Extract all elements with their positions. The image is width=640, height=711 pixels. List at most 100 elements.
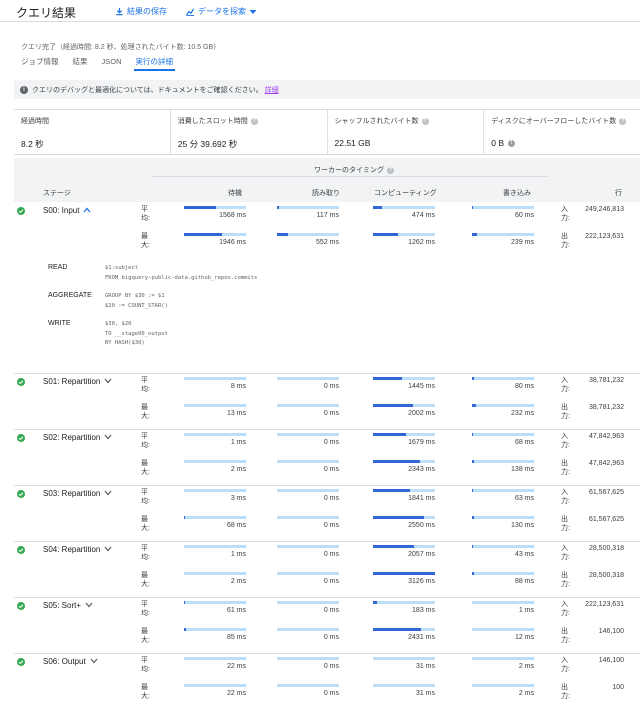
write-bar [472,206,534,209]
write-value: 130 ms [511,522,534,529]
wait-value: 85 ms [226,634,246,641]
read-bar [277,545,339,548]
chevron-down-icon[interactable] [104,489,112,498]
write-bar [472,572,534,575]
stage-name-label: S06: Output [43,657,86,666]
input-label: 入力: [561,377,570,393]
wait-bar [184,489,246,492]
stage-name[interactable]: S06: Output [43,657,98,666]
output-label: 出力: [561,572,570,588]
rows-input-value: 47,842,963 [588,433,624,440]
stage-name[interactable]: S03: Repartition [43,489,112,498]
chevron-down-icon[interactable] [90,657,98,666]
wait-bar [184,404,246,407]
wait-bar-fill [184,233,223,236]
stage-name-label: S03: Repartition [43,489,101,498]
check-icon [17,490,25,498]
metric-shuffled-bytes: シャッフルされたバイト数? 22.51 GB [328,110,485,154]
read-value: 0 ms [323,690,339,697]
avg-label: 平均: [141,433,150,449]
read-bar [277,572,339,575]
avg-label: 平均: [141,377,150,393]
rows-output-value: 47,842,963 [588,460,624,467]
compute-bar-fill [373,628,422,631]
chevron-down-icon[interactable] [104,433,112,442]
stage-name[interactable]: S02: Repartition [43,433,112,442]
write-bar [472,433,534,436]
output-label: 出力: [561,628,570,644]
compute-value: 31 ms [415,663,435,670]
chevron-down-icon[interactable] [104,545,112,554]
tab-execution-details[interactable]: 実行の詳細 [133,57,175,71]
output-label: 出力: [561,460,570,476]
stage-row: S04: Repartition 平均: 1 ms 0 ms 2057 ms 43 ms 入… [14,541,640,597]
compute-bar-fill [373,489,410,492]
write-value: 63 ms [514,495,534,502]
rows-output-value: 61,567,625 [588,516,624,523]
write-bar-fill [472,460,475,463]
rows-input-value: 146,100 [598,657,624,664]
stage-name[interactable]: S04: Repartition [43,545,112,554]
download-icon [116,7,123,16]
compute-bar-fill [373,460,420,463]
write-bar-fill [472,206,474,209]
read-value: 0 ms [323,578,339,585]
tab-results[interactable]: 結果 [73,57,88,71]
stage-name-label: S00: Input [43,206,80,215]
detail-tabs: ジョブ情報 結果 JSON 実行の詳細 [21,57,175,71]
check-icon [17,658,25,666]
max-label: 最大: [141,233,150,249]
wait-value: 68 ms [226,522,246,529]
read-bar [277,601,339,604]
wait-bar-fill [184,516,186,519]
chevron-down-icon[interactable] [104,377,112,386]
stage-name-label: S04: Repartition [43,545,101,554]
help-icon[interactable]: ? [250,117,258,125]
compute-value: 2431 ms [408,634,435,641]
output-label: 出力: [561,516,570,532]
stage-name[interactable]: S00: Input [43,206,91,215]
read-bar [277,233,339,236]
save-results-button[interactable]: 結果の保存 [115,6,167,17]
help-icon[interactable]: ? [619,117,627,125]
compute-bar-fill [373,433,407,436]
query-status: クエリ完了（経過時間: 8.2 秒、処理されたバイト数: 10.5 GB） [21,44,221,51]
compute-value: 474 ms [412,212,435,219]
write-value: 60 ms [514,212,534,219]
learn-more-link[interactable]: 詳細 [265,85,279,95]
write-bar [472,377,534,380]
tab-json[interactable]: JSON [102,57,122,71]
divider [151,176,548,177]
read-bar [277,657,339,660]
col-header-compute: コンピューティング [374,190,437,197]
read-bar [277,377,339,380]
check-icon [17,207,25,215]
read-value: 0 ms [323,410,339,417]
write-bar-fill [472,404,477,407]
compute-bar-fill [373,377,402,380]
stage-name[interactable]: S01: Repartition [43,377,112,386]
rows-output-value: 146,100 [598,628,624,635]
wait-bar-fill [184,601,186,604]
read-value: 0 ms [323,522,339,529]
chart-icon [185,8,195,16]
info-icon[interactable]: ! [508,139,516,147]
metric-value: 22.51 GB [334,138,371,148]
write-value: 2 ms [518,663,534,670]
output-label: 出力: [561,404,570,420]
write-value: 239 ms [511,239,534,246]
compute-bar [373,460,435,463]
chevron-up-icon[interactable] [83,206,91,215]
avg-label: 平均: [141,489,150,505]
help-icon[interactable]: ? [421,117,429,125]
explore-data-button[interactable]: データを探索 [185,6,257,17]
read-bar [277,516,339,519]
help-icon[interactable]: ? [387,166,394,174]
metric-elapsed-time: 経過時間 8.2 秒 [14,110,171,154]
tab-job-info[interactable]: ジョブ情報 [21,57,59,71]
max-label: 最大: [141,572,150,588]
chevron-down-icon[interactable] [85,601,93,610]
compute-bar [373,601,435,604]
stage-name[interactable]: S05: Sort+ [43,601,93,610]
step-label: WRITE [48,320,71,327]
